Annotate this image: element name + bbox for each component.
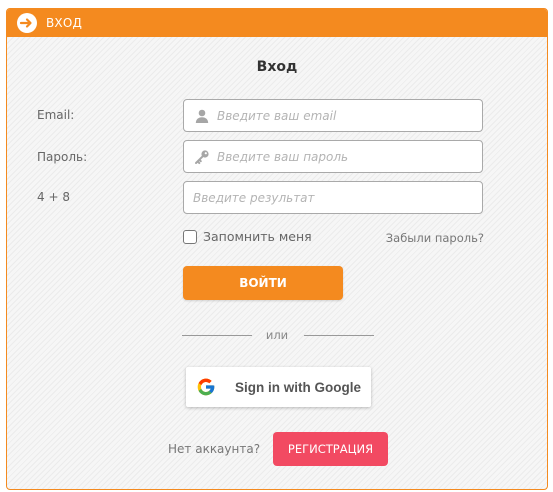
captcha-input[interactable] [184, 182, 482, 213]
email-label: Email: [37, 108, 75, 122]
google-sign-in-button[interactable]: Sign in with Google [186, 367, 371, 407]
email-field-wrapper [183, 99, 483, 132]
password-field-wrapper [183, 140, 483, 173]
remember-me-checkbox[interactable]: Запомнить меня [183, 229, 312, 244]
forgot-password-link[interactable]: Забыли пароль? [386, 231, 484, 245]
panel-header: ВХОД [7, 9, 547, 37]
login-arrow-icon [16, 12, 38, 34]
captcha-label: 4 + 8 [37, 190, 70, 204]
register-button[interactable]: РЕГИСТРАЦИЯ [273, 432, 388, 466]
key-icon [193, 148, 211, 166]
password-label: Пароль: [37, 150, 88, 164]
login-panel: ВХОД Вход Email: Пароль: 4 + 8 Зап [6, 8, 548, 490]
google-logo-icon [196, 377, 216, 397]
remember-me-label: Запомнить меня [203, 229, 312, 244]
google-button-label: Sign in with Google [235, 379, 361, 395]
remember-checkbox-box[interactable] [183, 229, 197, 244]
captcha-field-wrapper [183, 181, 483, 214]
divider-text: или [265, 328, 289, 342]
divider-line-right [304, 335, 374, 336]
password-input[interactable] [211, 141, 482, 172]
email-input[interactable] [211, 100, 482, 131]
user-icon [193, 107, 211, 125]
no-account-text: Нет аккаунта? [168, 442, 261, 456]
panel-title: ВХОД [46, 16, 83, 30]
login-button[interactable]: ВОЙТИ [183, 266, 343, 300]
form-title: Вход [256, 59, 298, 75]
